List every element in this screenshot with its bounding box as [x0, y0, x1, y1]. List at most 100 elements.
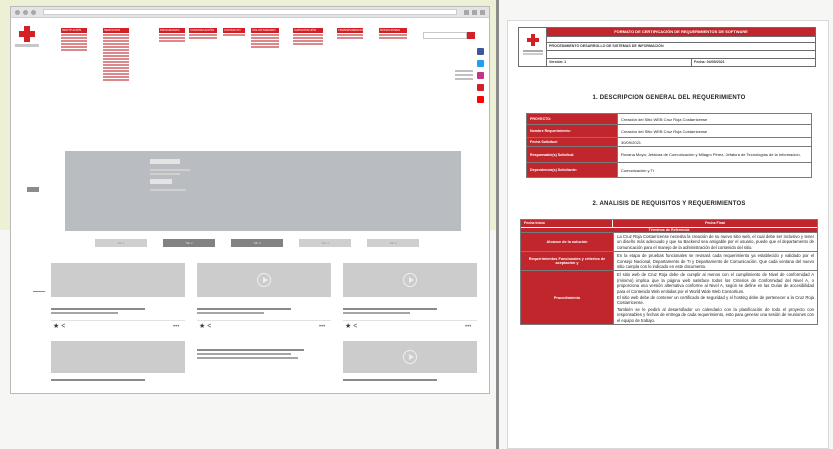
forward-icon[interactable] — [23, 9, 28, 15]
news-card[interactable]: ★ < ••• — [51, 263, 185, 338]
browser-toolbar — [11, 7, 489, 18]
requirements-header: Fecha Inicio Fecha Final — [521, 220, 817, 227]
reload-icon[interactable] — [31, 9, 36, 15]
browser-window: INSTITUCIÓN SERVICIOS PROGRAMAS COMUNICA… — [10, 6, 490, 394]
card-image — [51, 341, 185, 373]
field-label: Nombre Requerimiento: — [527, 125, 617, 137]
general-table: PROYECTO: Creación del Sitio WEB Cruz Ro… — [526, 113, 812, 178]
news-card[interactable] — [343, 341, 477, 389]
hero-title-box — [150, 159, 180, 164]
menu-icon[interactable] — [480, 9, 485, 15]
hero-banner[interactable] — [65, 151, 461, 231]
menu-column: CONTACTO — [223, 28, 245, 36]
end-date-label: Fecha Final — [705, 221, 725, 225]
field-value: Creación del Sitio WEB Cruz Roja Costarr… — [617, 125, 811, 137]
field-value: Comunicación y TI — [617, 163, 811, 177]
play-icon[interactable] — [403, 273, 417, 287]
field-value: Roxana Moya, Jefatura de Comunicación y … — [617, 147, 811, 162]
side-tab[interactable] — [27, 187, 39, 192]
menu-tab[interactable]: TRANSPARENCIA — [337, 28, 363, 33]
tab-5[interactable]: Tab 5 — [367, 239, 419, 247]
twitter-icon[interactable] — [477, 60, 484, 67]
star-icon[interactable]: ★ — [199, 323, 205, 330]
menu-column: PROGRAMAS — [159, 28, 185, 42]
header-process: PROCEDIMIENTO DESARROLLO DE SISTEMAS DE … — [547, 42, 815, 50]
youtube-icon[interactable] — [477, 96, 484, 103]
social-links — [477, 48, 485, 108]
card-subtitle — [197, 357, 298, 359]
tab-2[interactable]: Tab 2 — [163, 239, 215, 247]
share-icon[interactable]: < — [61, 323, 65, 330]
menu-tab[interactable]: CONTACTO — [223, 28, 245, 33]
card-subtitle — [51, 312, 118, 314]
site-header: INSTITUCIÓN SERVICIOS PROGRAMAS COMUNICA… — [11, 18, 489, 103]
paragraph: En la etapa de pruebas funcionales se re… — [617, 253, 814, 270]
search-input[interactable] — [423, 32, 467, 39]
menu-tab[interactable]: VOLUNTARIADO — [251, 28, 279, 33]
menu-tab[interactable]: DONACIONES — [379, 28, 407, 33]
news-card[interactable]: ★ < ••• — [197, 263, 331, 338]
table-row: Requerimientos Funcionales y criterios d… — [521, 251, 817, 271]
start-date-label: Fecha Inicio — [521, 220, 613, 227]
logo-caption — [15, 44, 39, 47]
side-links — [455, 70, 473, 72]
table-row: Responsable(s) Solicitud: Roxana Moya, J… — [526, 147, 812, 163]
menu-tab[interactable]: SERVICIOS — [103, 28, 129, 33]
flickr-icon[interactable] — [477, 84, 484, 91]
bookmark-icon[interactable] — [472, 9, 477, 15]
card-divider — [51, 320, 185, 321]
document-header: FORMATO DE CERTIFICACIÓN DE REQUERIMIENT… — [518, 27, 816, 67]
play-icon[interactable] — [257, 273, 271, 287]
tab-1[interactable]: Tab 1 — [95, 239, 147, 247]
header-meta-row: Versión: 1 Fecha: 04/05/2021 — [547, 58, 815, 67]
card-title — [51, 308, 145, 310]
menu-tab[interactable]: COMUNICACIÓN — [189, 28, 217, 33]
share-icon[interactable]: < — [353, 323, 357, 330]
instagram-icon[interactable] — [477, 72, 484, 79]
card-subtitle — [197, 353, 291, 355]
news-card[interactable] — [197, 341, 331, 389]
document-logo — [519, 28, 547, 67]
news-card[interactable] — [51, 341, 185, 389]
paragraph: El sitio web de Cruz Roja debe de cumpli… — [617, 272, 814, 294]
more-icon[interactable]: ••• — [319, 323, 325, 331]
field-label: Fecha Solicitud: — [527, 138, 617, 146]
more-icon[interactable]: ••• — [173, 323, 179, 331]
menu-column: SERVICIOS — [103, 28, 129, 81]
card-image — [197, 263, 331, 297]
card-actions: ★ < — [345, 323, 357, 331]
card-image — [343, 263, 477, 297]
star-icon[interactable]: ★ — [345, 323, 351, 330]
tab-3[interactable]: Tab 3 — [231, 239, 283, 247]
address-bar[interactable] — [43, 9, 457, 15]
menu-tab[interactable]: INSTITUCIÓN — [61, 28, 87, 33]
requirements-document: FORMATO DE CERTIFICACIÓN DE REQUERIMIENT… — [507, 20, 829, 449]
star-icon[interactable]: ★ — [53, 323, 59, 330]
table-row: Dependencia(s) Solicitante: Comunicación… — [526, 163, 812, 178]
composite-screenshot: INSTITUCIÓN SERVICIOS PROGRAMAS COMUNICA… — [0, 0, 833, 449]
menu-tab[interactable]: PROGRAMAS — [159, 28, 185, 33]
news-card[interactable]: ★ < ••• — [343, 263, 477, 338]
search-icon[interactable] — [467, 32, 475, 39]
field-label: Responsable(s) Solicitud: — [527, 147, 617, 162]
extensions-icon[interactable] — [464, 9, 469, 15]
requirements-table: Fecha Inicio Fecha Final Términos de Ref… — [520, 219, 818, 326]
back-icon[interactable] — [15, 9, 20, 15]
facebook-icon[interactable] — [477, 48, 484, 55]
cross-logo-icon[interactable] — [19, 26, 35, 42]
side-marker — [33, 291, 45, 292]
play-icon[interactable] — [403, 350, 417, 364]
page-divider — [496, 0, 499, 449]
tab-4[interactable]: Tab 4 — [299, 239, 351, 247]
hero-text-line — [150, 169, 190, 171]
card-image — [343, 341, 477, 373]
share-icon[interactable]: < — [207, 323, 211, 330]
more-icon[interactable]: ••• — [465, 323, 471, 331]
document-title: FORMATO DE CERTIFICACIÓN DE REQUERIMIENT… — [547, 28, 815, 36]
card-title — [197, 349, 305, 351]
card-divider — [343, 320, 477, 321]
card-title — [197, 308, 291, 310]
card-subtitle — [197, 312, 264, 314]
menu-tab[interactable]: CAPACITACIÓN — [293, 28, 323, 33]
field-value: Creación del Sitio WEB Cruz Roja Costarr… — [617, 114, 811, 124]
